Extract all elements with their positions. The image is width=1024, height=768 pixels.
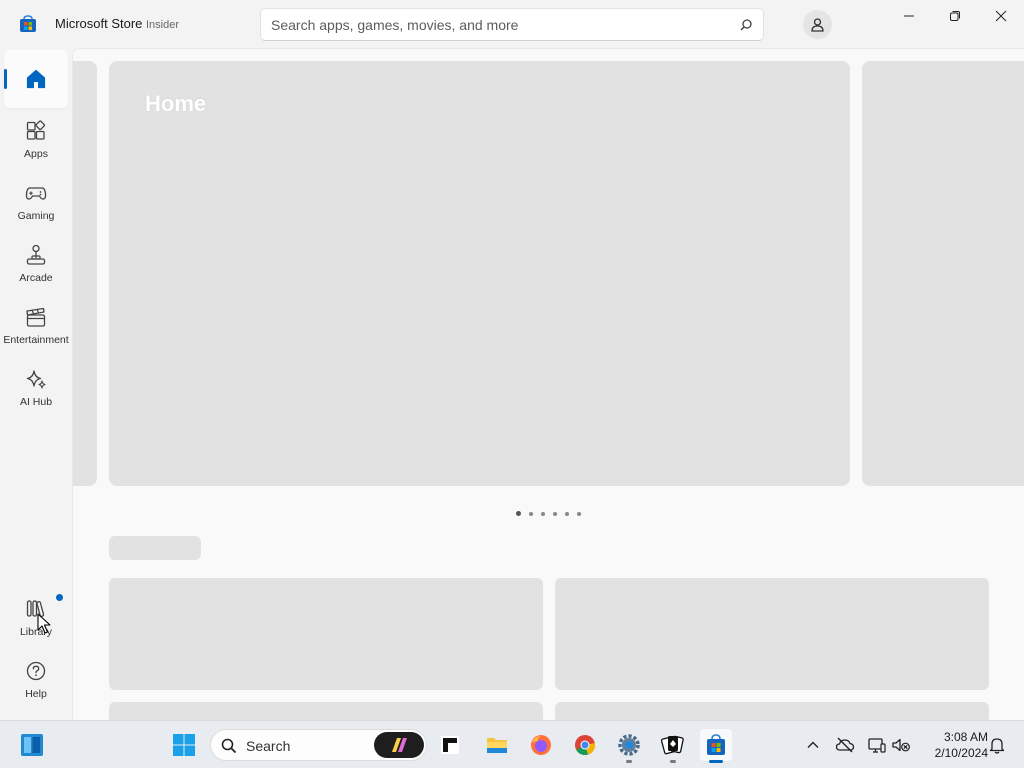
system-clock[interactable]: 3:08 AM 2/10/2024 bbox=[918, 729, 988, 761]
section-title-placeholder bbox=[109, 536, 201, 560]
start-button[interactable] bbox=[16, 729, 48, 761]
help-icon bbox=[26, 661, 46, 681]
taskbar-search[interactable]: Search bbox=[210, 729, 427, 761]
network-icon[interactable] bbox=[867, 735, 887, 755]
tile-placeholder bbox=[109, 578, 543, 690]
sidebar-item-label: Apps bbox=[24, 148, 48, 160]
gamepad-icon bbox=[25, 187, 47, 200]
main-content: Home bbox=[72, 48, 1024, 720]
close-icon bbox=[995, 10, 1007, 22]
hero-card-previous[interactable] bbox=[73, 61, 97, 486]
sidebar-item-label: Arcade bbox=[19, 272, 53, 284]
sidebar-item-home[interactable] bbox=[4, 50, 68, 108]
clock-time: 3:08 AM bbox=[943, 730, 988, 744]
taskbar-solitaire[interactable] bbox=[657, 729, 689, 763]
gear-icon bbox=[618, 734, 640, 756]
search-icon[interactable] bbox=[739, 18, 753, 32]
account-button[interactable] bbox=[803, 10, 832, 39]
hero-card-next[interactable] bbox=[862, 61, 1024, 486]
pager-dot[interactable] bbox=[565, 511, 569, 516]
hero-title: Home bbox=[145, 91, 207, 116]
search-icon bbox=[221, 738, 237, 754]
taskbar: Search 3:08 AM 2/10/2024 bbox=[0, 720, 1024, 768]
taskbar-search-label: Search bbox=[246, 738, 291, 754]
sidebar-item-entertainment[interactable]: Entertainment bbox=[3, 298, 69, 356]
notification-bell-icon[interactable] bbox=[987, 735, 1007, 755]
sidebar-item-help[interactable]: Help bbox=[4, 652, 68, 710]
minimize-icon bbox=[904, 15, 914, 17]
search-input[interactable] bbox=[271, 9, 731, 40]
person-icon bbox=[811, 18, 824, 32]
taskbar-terminal[interactable] bbox=[434, 729, 466, 761]
chevron-up-icon[interactable] bbox=[803, 735, 823, 755]
copilot-icon bbox=[392, 738, 407, 752]
sidebar-item-gaming[interactable]: Gaming bbox=[4, 174, 68, 232]
sidebar-item-label: Entertainment bbox=[3, 334, 69, 346]
running-indicator bbox=[709, 760, 723, 763]
running-indicator bbox=[670, 760, 676, 763]
home-icon bbox=[26, 69, 46, 89]
cloud-offline-icon[interactable] bbox=[835, 735, 855, 755]
app-title: Microsoft Store bbox=[55, 16, 143, 31]
pager-dot[interactable] bbox=[516, 511, 521, 517]
copilot-button[interactable] bbox=[374, 732, 424, 758]
selection-indicator bbox=[4, 69, 7, 89]
close-button[interactable] bbox=[978, 0, 1024, 32]
tile-placeholder bbox=[555, 702, 989, 720]
store-icon bbox=[707, 734, 725, 755]
restore-icon bbox=[950, 11, 960, 21]
sidebar-item-apps[interactable]: Apps bbox=[4, 112, 68, 170]
minimize-button[interactable] bbox=[886, 0, 932, 32]
cards-icon bbox=[661, 735, 684, 755]
windows-logo-icon bbox=[173, 734, 195, 756]
taskbar-firefox[interactable] bbox=[525, 729, 557, 761]
maximize-button[interactable] bbox=[932, 0, 978, 32]
sidebar-item-ai-hub[interactable]: AI Hub bbox=[4, 360, 68, 418]
search-box[interactable] bbox=[260, 8, 764, 41]
taskbar-microsoft-store[interactable] bbox=[700, 729, 732, 763]
terminal-icon bbox=[441, 736, 459, 754]
apps-icon bbox=[26, 120, 46, 140]
running-indicator bbox=[626, 760, 632, 763]
clock-date: 2/10/2024 bbox=[934, 746, 988, 760]
tile-placeholder bbox=[555, 578, 989, 690]
app-channel-label: Insider bbox=[146, 19, 180, 31]
store-logo-icon bbox=[20, 15, 36, 32]
mouse-cursor-icon bbox=[37, 613, 51, 634]
sidebar-item-label: Gaming bbox=[17, 210, 55, 222]
sidebar-item-label: Help bbox=[25, 688, 47, 700]
hero-card[interactable]: Home bbox=[109, 61, 850, 486]
sidebar-item-label: AI Hub bbox=[19, 396, 53, 408]
pager-dot[interactable] bbox=[541, 511, 545, 516]
tile-placeholder bbox=[109, 702, 543, 720]
windows-start-button[interactable] bbox=[168, 729, 200, 761]
joystick-icon bbox=[26, 244, 46, 265]
taskbar-settings[interactable] bbox=[613, 729, 645, 763]
carousel-pager bbox=[516, 505, 589, 517]
chrome-icon bbox=[575, 735, 595, 755]
nav-sidebar: Apps Gaming Arcade Entertainment AI Hub … bbox=[0, 48, 72, 720]
title-bar: Microsoft Store Insider bbox=[0, 0, 1024, 48]
taskbar-file-explorer[interactable] bbox=[481, 729, 513, 761]
pager-dot[interactable] bbox=[553, 511, 557, 516]
taskbar-chrome[interactable] bbox=[569, 729, 601, 761]
folder-icon bbox=[487, 738, 507, 753]
firefox-icon bbox=[531, 735, 551, 755]
clapperboard-icon bbox=[26, 307, 46, 327]
widgets-icon bbox=[21, 734, 43, 756]
pager-dot[interactable] bbox=[529, 511, 533, 516]
sparkle-icon bbox=[26, 370, 46, 389]
sidebar-item-library[interactable]: Library bbox=[4, 590, 68, 648]
notification-dot bbox=[56, 594, 63, 601]
volume-muted-icon[interactable] bbox=[891, 735, 911, 755]
pager-dot[interactable] bbox=[577, 511, 581, 516]
sidebar-item-arcade[interactable]: Arcade bbox=[4, 236, 68, 294]
